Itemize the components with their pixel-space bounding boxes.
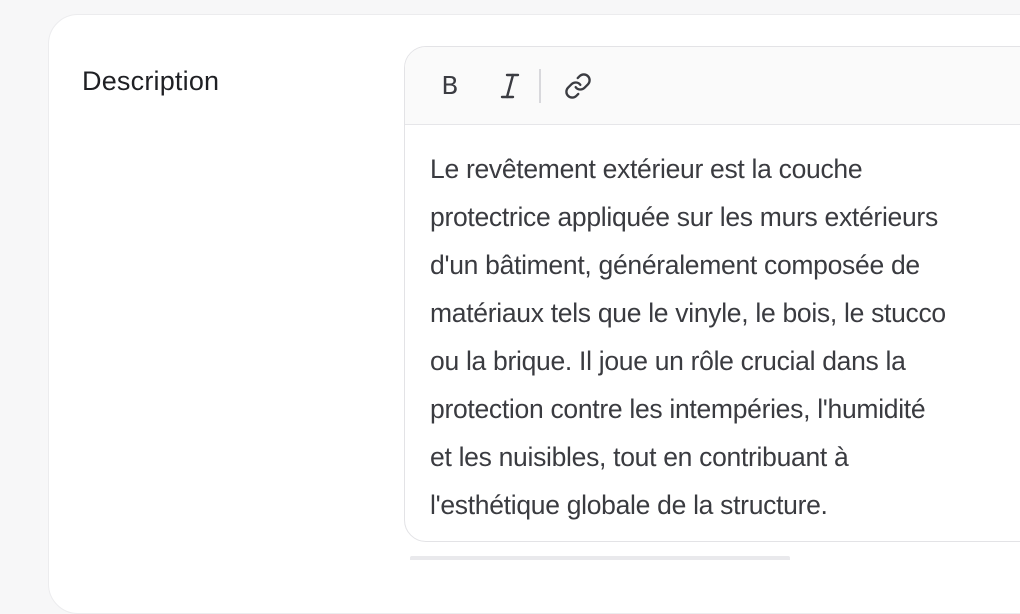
description-label: Description (82, 66, 220, 96)
editor-content[interactable]: Le revêtement extérieur est la couche pr… (405, 125, 1020, 529)
link-icon (565, 72, 591, 99)
editor-toolbar: B (405, 47, 1020, 125)
italic-button[interactable] (495, 69, 525, 103)
next-field-edge (410, 556, 790, 560)
bold-button[interactable]: B (435, 69, 465, 103)
rich-text-editor[interactable]: B Le revêtement extérieur est la couche … (404, 46, 1020, 542)
bold-icon: B (441, 71, 459, 100)
toolbar-separator (539, 68, 541, 103)
italic-icon (500, 73, 520, 98)
link-button[interactable] (563, 69, 593, 103)
